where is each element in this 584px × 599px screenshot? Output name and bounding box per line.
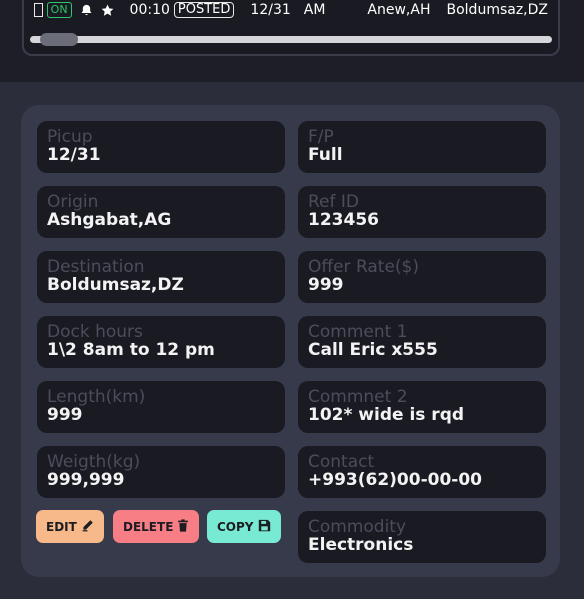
field-label: Picup: [47, 127, 93, 147]
load-row[interactable]: ON 00:10 POSTED 12/31 AM Anew,AH Boldums…: [34, 0, 548, 20]
field-label: Contact: [308, 452, 375, 472]
pickup-field[interactable]: Picup 12/31: [37, 121, 285, 173]
length-field[interactable]: Length(km) 999: [37, 381, 285, 433]
field-label: Destination: [47, 257, 145, 277]
pencil-icon: [81, 519, 94, 535]
trash-icon: [177, 518, 189, 535]
field-value: Full: [308, 145, 343, 165]
row-destination: Boldumsaz,DZ: [446, 2, 549, 18]
pickup-time: 00:10: [129, 2, 170, 18]
load-list-strip: ON 00:10 POSTED 12/31 AM Anew,AH Boldums…: [0, 0, 584, 82]
field-value: 102* wide is rqd: [308, 405, 465, 425]
row-origin: Anew,AH: [367, 2, 431, 18]
field-value: +993(62)00-00-00: [308, 470, 483, 490]
field-label: Comment 1: [308, 322, 408, 342]
scrollbar-thumb[interactable]: [40, 33, 78, 46]
origin-field[interactable]: Origin Ashgabat,AG: [37, 186, 285, 238]
select-checkbox[interactable]: [34, 3, 43, 17]
edit-button[interactable]: EDIT: [36, 510, 104, 543]
field-value: 999,999: [47, 470, 125, 490]
field-value: 123456: [308, 210, 379, 230]
destination-field[interactable]: Destination Boldumsaz,DZ: [37, 251, 285, 303]
field-value: Electronics: [308, 535, 414, 555]
delete-button-label: DELETE: [123, 519, 174, 534]
field-label: Weigth(kg): [47, 452, 141, 472]
field-value: Boldumsaz,DZ: [47, 275, 184, 295]
row-ampm: AM: [303, 2, 326, 18]
offer-rate-field[interactable]: Offer Rate($) 999: [298, 251, 546, 303]
field-label: Origin: [47, 192, 99, 212]
ref-id-field[interactable]: Ref ID 123456: [298, 186, 546, 238]
field-value: 12/31: [47, 145, 101, 165]
copy-button-label: COPY: [217, 519, 254, 534]
field-label: Commnet 2: [308, 387, 408, 407]
field-value: 999: [47, 405, 83, 425]
contact-field[interactable]: Contact +993(62)00-00-00: [298, 446, 546, 498]
field-label: Commodity: [308, 517, 407, 537]
field-label: Dock hours: [47, 322, 143, 342]
copy-button[interactable]: COPY: [207, 510, 281, 543]
field-value: 999: [308, 275, 344, 295]
edit-button-label: EDIT: [46, 519, 77, 534]
field-value: Call Eric x555: [308, 340, 438, 360]
field-value: 1\2 8am to 12 pm: [47, 340, 215, 360]
save-icon: [258, 519, 271, 535]
posted-badge: POSTED: [173, 2, 235, 18]
fp-field[interactable]: F/P Full: [298, 121, 546, 173]
commodity-field[interactable]: Commodity Electronics: [298, 511, 546, 563]
star-icon[interactable]: [101, 3, 114, 17]
bell-icon[interactable]: [80, 3, 93, 17]
field-label: Ref ID: [308, 192, 359, 212]
load-row-card[interactable]: ON 00:10 POSTED 12/31 AM Anew,AH Boldums…: [22, 0, 560, 56]
horizontal-scrollbar[interactable]: [30, 33, 552, 46]
row-date: 12/31: [250, 2, 291, 18]
delete-button[interactable]: DELETE: [113, 510, 199, 543]
weight-field[interactable]: Weigth(kg) 999,999: [37, 446, 285, 498]
field-value: Ashgabat,AG: [47, 210, 172, 230]
comment2-field[interactable]: Commnet 2 102* wide is rqd: [298, 381, 546, 433]
comment1-field[interactable]: Comment 1 Call Eric x555: [298, 316, 546, 368]
field-label: Length(km): [47, 387, 146, 407]
status-badge: ON: [46, 2, 72, 18]
field-label: Offer Rate($): [308, 257, 420, 277]
field-label: F/P: [308, 127, 334, 147]
dock-hours-field[interactable]: Dock hours 1\2 8am to 12 pm: [37, 316, 285, 368]
